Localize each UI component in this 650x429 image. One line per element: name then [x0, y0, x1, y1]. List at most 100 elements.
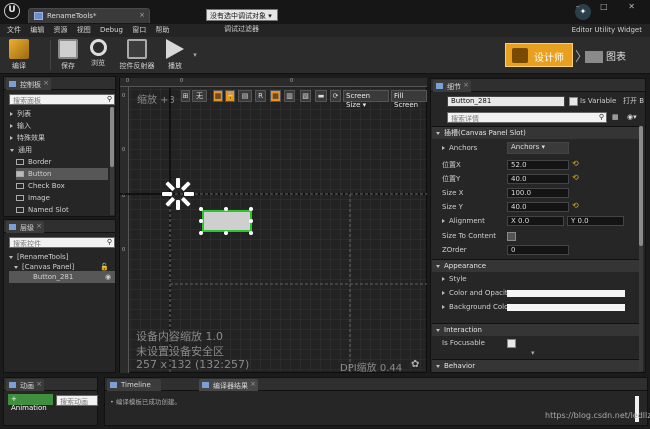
palette-item-named-slot[interactable]: Named Slot	[16, 204, 69, 216]
close-animations-icon[interactable]: ×	[36, 380, 42, 388]
palette-scrollbar[interactable]	[110, 107, 114, 215]
play-button[interactable]: 播放	[162, 39, 188, 72]
interaction-section-header[interactable]: Interaction	[432, 323, 642, 336]
selected-button-widget[interactable]	[202, 210, 252, 232]
anchors-dropdown[interactable]: Anchors ▾	[507, 142, 569, 154]
palette-tab[interactable]: 控制板 ×	[6, 78, 51, 90]
animation-search-input[interactable]: 搜索动画	[56, 395, 98, 406]
browse-button[interactable]: 浏览	[84, 39, 112, 72]
reset-position-y-icon[interactable]: ⟲	[572, 173, 579, 182]
timeline-tab[interactable]: Timeline	[107, 379, 161, 391]
details-scrollbar[interactable]	[639, 126, 643, 371]
palette-group-list[interactable]: 列表	[10, 108, 31, 120]
palette-group-special-effects[interactable]: 特殊效果	[10, 132, 45, 144]
hierarchy-item-label: [Canvas Panel]	[22, 263, 75, 271]
position-x-input[interactable]: 52.0	[507, 160, 569, 170]
palette-icon	[9, 81, 16, 87]
palette-scroll-thumb[interactable]	[110, 107, 114, 167]
is-variable-checkbox[interactable]	[569, 97, 578, 106]
debug-object-select[interactable]: 没有选中调试对象 ▾	[206, 9, 278, 21]
property-matrix-icon[interactable]: ▦	[612, 111, 619, 123]
reset-size-y-icon[interactable]: ⟲	[572, 201, 579, 210]
details-tab[interactable]: 细节 ×	[433, 80, 471, 92]
style-row[interactable]: Style	[432, 273, 642, 286]
palette-item-border[interactable]: Border	[16, 156, 106, 168]
dpi-settings-gear-icon[interactable]: ✿	[411, 359, 419, 370]
resize-handle[interactable]	[199, 219, 203, 223]
slot-section-header[interactable]: 插槽(Canvas Panel Slot)	[432, 126, 642, 139]
open-blueprint-button[interactable]: 打开 B	[623, 95, 644, 107]
search-icon: ⚲	[106, 95, 112, 103]
details-scroll-thumb[interactable]	[639, 126, 643, 246]
palette-item-label: Button	[28, 170, 52, 178]
widget-reflector-button[interactable]: 控件反射器	[115, 39, 159, 72]
ruler-tick: 0	[126, 78, 130, 84]
reset-position-x-icon[interactable]: ⟲	[572, 159, 579, 168]
advanced-expand-chevron-icon[interactable]: ▾	[531, 347, 535, 359]
resize-handle[interactable]	[249, 207, 253, 211]
menu-debug[interactable]: Debug	[100, 24, 123, 37]
resize-handle[interactable]	[249, 219, 253, 223]
size-y-input[interactable]: 40.0	[507, 202, 569, 212]
zorder-input[interactable]: 0	[507, 245, 569, 255]
position-y-input[interactable]: 40.0	[507, 174, 569, 184]
size-x-input[interactable]: 100.0	[507, 188, 569, 198]
anchors-value: Anchors	[511, 143, 540, 151]
hierarchy-tab[interactable]: 层级 ×	[6, 221, 44, 233]
close-compiler-icon[interactable]: ×	[250, 380, 256, 388]
widget-name-input[interactable]: Button_281	[447, 96, 565, 107]
compiler-results-tab[interactable]: 编译器结果 ×	[199, 379, 258, 391]
appearance-section-header[interactable]: Appearance	[432, 259, 642, 272]
resize-handle[interactable]	[249, 231, 253, 235]
close-hierarchy-icon[interactable]: ×	[36, 222, 42, 230]
alignment-x-input[interactable]: X 0.0	[507, 216, 564, 226]
visibility-filter-icon[interactable]: ◉▾	[627, 111, 637, 123]
palette-item-button[interactable]: Button	[16, 168, 108, 180]
behavior-section-header[interactable]: Behavior	[432, 359, 642, 372]
is-focusable-checkbox[interactable]	[507, 339, 516, 348]
horizontal-ruler: 0 0 0	[120, 78, 427, 87]
menu-view[interactable]: 视图	[77, 24, 91, 37]
menu-asset[interactable]: 资源	[53, 24, 67, 37]
graph-mode-button[interactable]: 图表	[585, 48, 626, 63]
details-search-input[interactable]: 搜索详情 ⚲	[447, 112, 607, 123]
size-to-content-row: Size To Content	[432, 230, 642, 243]
animations-tab[interactable]: 动画 ×	[6, 379, 44, 391]
close-tab-icon[interactable]: ×	[139, 11, 145, 19]
window-controls[interactable]: – □ ✕	[576, 2, 644, 11]
hierarchy-icon	[9, 224, 16, 230]
anchor-flower-icon[interactable]	[158, 176, 198, 212]
menu-file[interactable]: 文件	[7, 24, 21, 37]
named-slot-widget-icon	[16, 207, 24, 213]
palette-search-input[interactable]: 搜索面板 ⚲	[9, 94, 115, 105]
resize-handle[interactable]	[224, 207, 228, 211]
menu-edit[interactable]: 编辑	[30, 24, 44, 37]
hierarchy-search-input[interactable]: 搜索控件 ⚲	[9, 237, 115, 248]
add-animation-button[interactable]: + Animation	[8, 394, 53, 412]
menu-window[interactable]: 窗口	[132, 24, 146, 37]
color-opacity-swatch[interactable]	[507, 290, 625, 297]
eye-icon[interactable]: ◉	[105, 271, 111, 283]
background-color-swatch[interactable]	[507, 304, 625, 311]
resize-handle[interactable]	[199, 207, 203, 211]
compiler-results-tab-label: 编译器结果	[213, 382, 248, 390]
save-button[interactable]: 保存	[54, 39, 82, 72]
close-details-icon[interactable]: ×	[463, 81, 469, 89]
designer-mode-button[interactable]: 设计师	[505, 43, 573, 67]
palette-group-common[interactable]: 通用	[10, 144, 32, 156]
document-tab-renametools[interactable]: RenameTools* ×	[28, 8, 150, 23]
palette-item-checkbox[interactable]: Check Box	[16, 180, 65, 192]
behavior-section-label: Behavior	[444, 362, 476, 370]
compile-button[interactable]: 编译	[4, 39, 34, 72]
hierarchy-item-button-281[interactable]: Button_281 ◉	[9, 271, 115, 283]
alignment-y-input[interactable]: Y 0.0	[567, 216, 624, 226]
size-y-label: Size Y	[442, 203, 463, 211]
resize-handle[interactable]	[199, 231, 203, 235]
palette-group-input[interactable]: 输入	[10, 120, 31, 132]
resize-handle[interactable]	[224, 231, 228, 235]
size-to-content-checkbox[interactable]	[507, 232, 516, 241]
menu-help[interactable]: 帮助	[155, 24, 169, 37]
palette-item-image[interactable]: Image	[16, 192, 50, 204]
close-palette-icon[interactable]: ×	[43, 79, 49, 87]
menu-bar: 文件 编辑 资源 视图 Debug 窗口 帮助	[0, 24, 650, 37]
